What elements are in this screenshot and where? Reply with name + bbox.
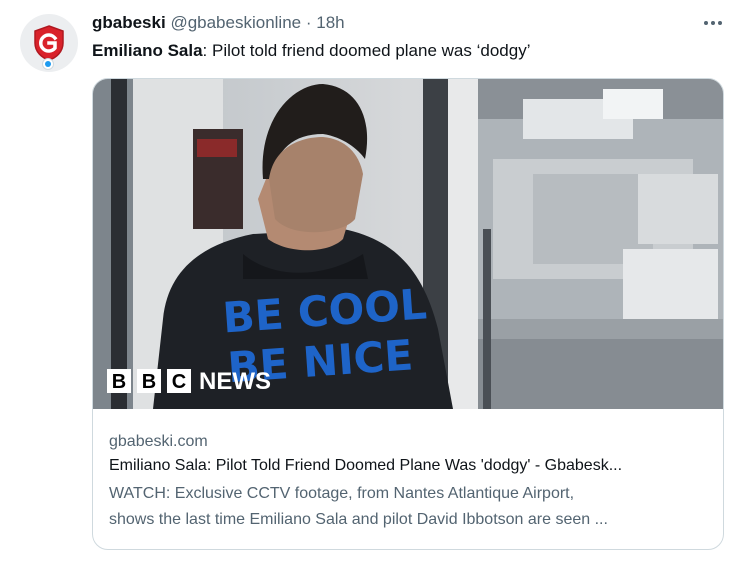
tweet-text-bold[interactable]: Emiliano Sala [92, 41, 203, 60]
tweet-text-rest: : Pilot told friend doomed plane was ‘do… [202, 41, 531, 60]
news-block-3: C [172, 371, 186, 393]
card-title: Emiliano Sala: Pilot Told Friend Doomed … [109, 457, 623, 474]
separator-dot: · [305, 13, 312, 32]
cctv-image: BE COOL BE NICE B B C NEWS [93, 79, 723, 409]
link-preview-card[interactable]: BE COOL BE NICE B B C NEWS gbabeski.com … [92, 78, 724, 550]
card-image[interactable]: BE COOL BE NICE B B C NEWS [93, 79, 723, 409]
news-block-2: B [142, 371, 156, 393]
more-dot [718, 21, 722, 25]
news-block-1: B [112, 371, 126, 393]
author-name[interactable]: gbabeski [92, 13, 166, 32]
news-word: NEWS [199, 368, 271, 395]
tweet-timestamp[interactable]: 18h [316, 13, 344, 32]
verified-dot-icon [42, 58, 54, 70]
card-description-line1: WATCH: Exclusive CCTV footage, from Nant… [109, 485, 575, 502]
card-domain: gbabeski.com [109, 433, 208, 450]
more-dot [711, 21, 715, 25]
more-options-button[interactable] [700, 12, 726, 34]
card-info[interactable]: gbabeski.com Emiliano Sala: Pilot Told F… [109, 431, 709, 533]
g-shield-logo-icon [34, 25, 64, 61]
card-description-line2: shows the last time Emiliano Sala and pi… [109, 511, 608, 528]
author-handle[interactable]: @gbabeskionline [170, 13, 301, 32]
more-horizontal-icon [704, 21, 708, 25]
tweet-header: gbabeski @gbabeskionline · 18h [92, 12, 678, 34]
card-description: WATCH: Exclusive CCTV footage, from Nant… [109, 481, 709, 533]
tweet-text: Emiliano Sala: Pilot told friend doomed … [92, 40, 530, 62]
